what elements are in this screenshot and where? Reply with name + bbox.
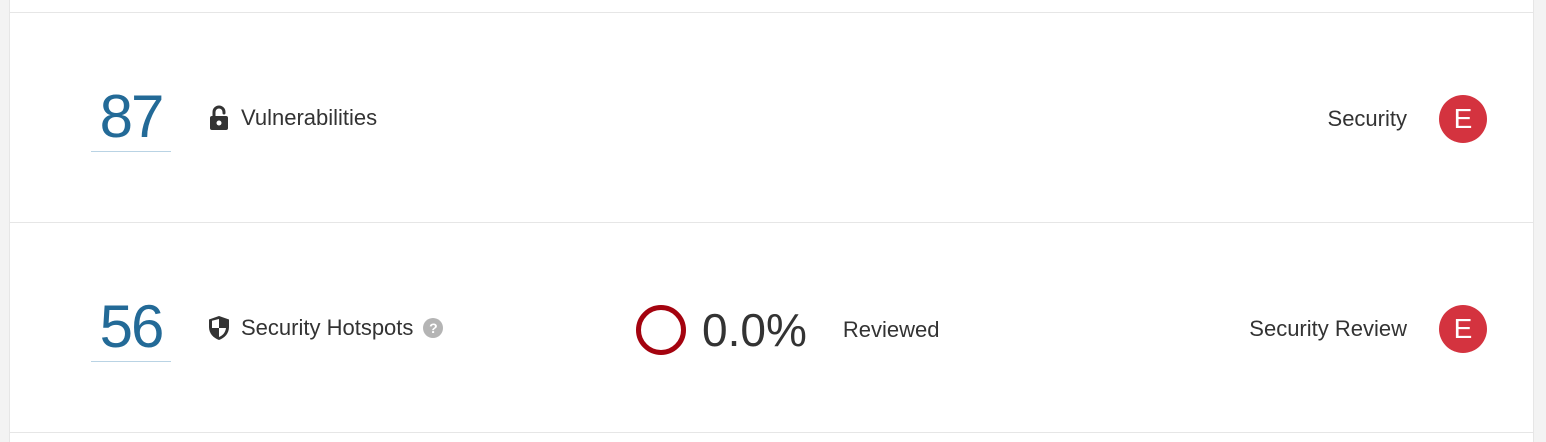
hotspots-label-text: Security Hotspots bbox=[241, 315, 414, 340]
vulnerabilities-label: Vulnerabilities bbox=[207, 105, 377, 131]
unlock-icon bbox=[207, 105, 231, 130]
security-rating-group: Security E bbox=[1328, 95, 1487, 143]
reviewed-percent-link[interactable]: 0.0% bbox=[702, 303, 807, 357]
security-rating-label: Security bbox=[1327, 106, 1407, 131]
security-rating-badge[interactable]: E bbox=[1439, 95, 1487, 143]
security-review-rating-group: Security Review E bbox=[1249, 305, 1487, 353]
reviewed-label: Reviewed bbox=[842, 317, 940, 342]
help-icon[interactable]: ? bbox=[423, 318, 444, 338]
hotspots-row: 56 Security Hotspots ? 0.0% Reviewed Sec… bbox=[10, 223, 1533, 431]
reviewed-progress-ring bbox=[636, 305, 686, 355]
vulnerabilities-row: 87 Vulnerabilities Security E bbox=[10, 13, 1533, 221]
divider-bottom bbox=[10, 432, 1533, 433]
security-review-rating-label: Security Review bbox=[1249, 316, 1407, 341]
security-review-rating-badge[interactable]: E bbox=[1439, 305, 1487, 353]
hotspots-reviewed-group: 0.0% Reviewed bbox=[636, 303, 939, 357]
vulnerabilities-count-link[interactable]: 87 bbox=[91, 87, 171, 152]
shield-icon bbox=[207, 316, 231, 340]
security-measures-panel: 87 Vulnerabilities Security E 56 Securit… bbox=[9, 0, 1534, 442]
hotspots-label: Security Hotspots ? bbox=[207, 315, 444, 341]
hotspots-count-link[interactable]: 56 bbox=[91, 297, 171, 362]
vulnerabilities-label-text: Vulnerabilities bbox=[241, 105, 378, 130]
